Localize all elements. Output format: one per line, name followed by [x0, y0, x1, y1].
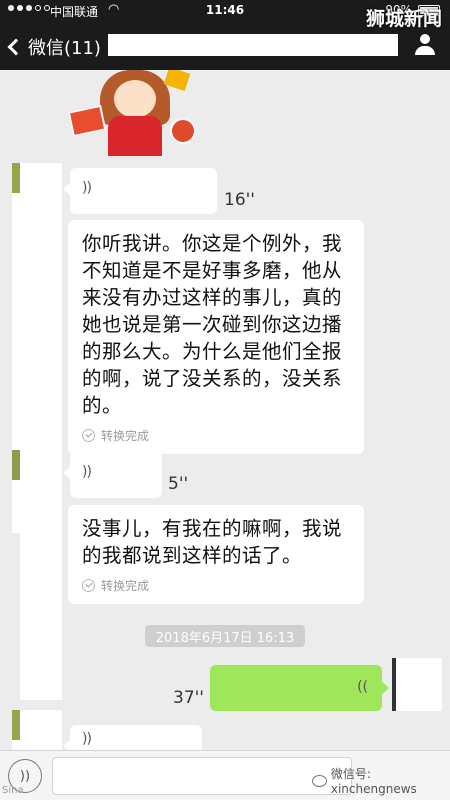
message-input[interactable]	[52, 757, 352, 795]
my-voice-message[interactable]: ((	[210, 665, 389, 711]
status-label: 转换完成	[101, 429, 150, 443]
contact-avatar-3[interactable]	[12, 710, 62, 750]
transcript-bubble[interactable]: 没事儿，有我在的嘛啊，我说的我都说到这样的话了。 转换完成	[68, 505, 364, 604]
voice-duration: 37''	[173, 688, 204, 708]
back-label: 微信(11)	[28, 38, 101, 59]
top-bar: 中国联通 ◠ 11:46 90% 狮城新闻 微信(11)	[0, 0, 450, 70]
chat-area[interactable]: )) 16'' 你听我讲。你这是个例外，我不知道是不是好事多磨，他从来没有办过这…	[0, 70, 450, 750]
chevron-left-icon	[7, 38, 25, 56]
sticker-image[interactable]	[67, 70, 200, 156]
wechat-icon	[312, 774, 327, 787]
contact-avatar-2[interactable]	[12, 450, 62, 700]
timestamp: 2018年6月17日 16:13	[145, 625, 305, 647]
transcript-status: 转换完成	[82, 577, 350, 594]
voice-message[interactable]: ))	[63, 725, 202, 750]
voice-icon: ))	[82, 180, 92, 196]
profile-icon[interactable]	[414, 34, 436, 56]
transcript-text: 没事儿，有我在的嘛啊，我说的我都说到这样的话了。	[82, 517, 343, 567]
transcript-text: 你听我讲。你这是个例外，我不知道是不是好事多磨，他从来没有办过这样的事儿，真的她…	[82, 232, 343, 417]
voice-icon: ))	[19, 768, 31, 784]
chat-title-redacted	[108, 34, 398, 56]
voice-icon: ))	[82, 464, 92, 480]
wechat-watermark: 微信号: xinchengnews	[312, 765, 450, 796]
transcript-status: 转换完成	[82, 427, 350, 444]
check-icon	[82, 429, 95, 442]
voice-duration: 5''	[168, 474, 189, 494]
wechat-id-label: 微信号: xinchengnews	[330, 767, 417, 796]
voice-message[interactable]: ))	[63, 168, 217, 214]
back-button[interactable]: 微信(11)	[7, 34, 101, 60]
my-avatar[interactable]	[392, 658, 442, 711]
status-label: 转换完成	[101, 579, 150, 593]
transcript-bubble[interactable]: 你听我讲。你这是个例外，我不知道是不是好事多磨，他从来没有办过这样的事儿，真的她…	[68, 220, 364, 454]
voice-icon: ))	[82, 731, 92, 747]
voice-icon: ((	[357, 679, 368, 695]
corner-mark: Sina	[2, 785, 24, 796]
voice-message[interactable]: ))	[63, 452, 162, 498]
check-icon	[82, 579, 95, 592]
nav-bar: 微信(11)	[0, 22, 450, 70]
voice-duration: 16''	[224, 190, 255, 210]
input-bar: )) 微信号: xinchengnews Sina	[0, 750, 450, 800]
